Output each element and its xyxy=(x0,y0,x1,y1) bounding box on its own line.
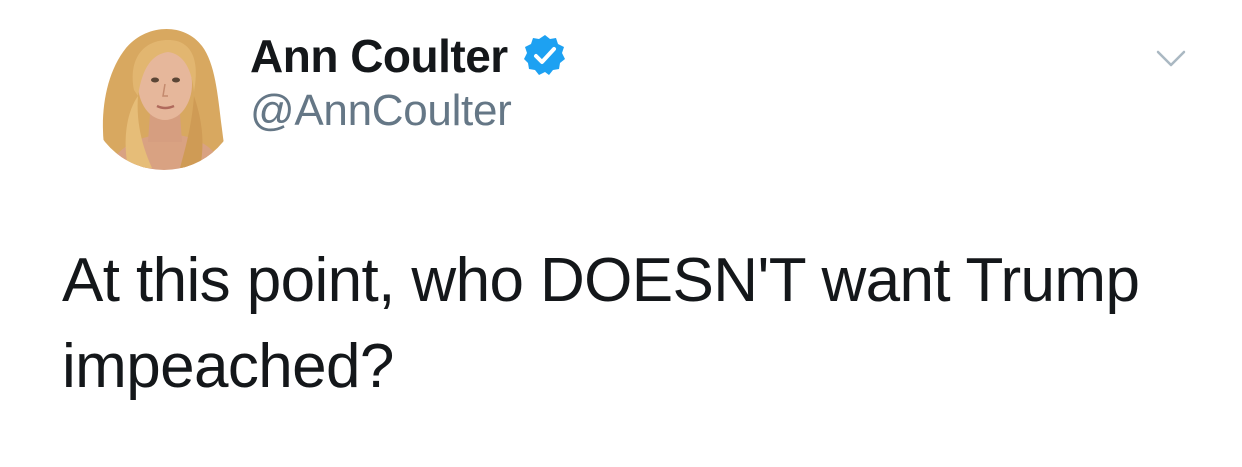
chevron-down-icon[interactable] xyxy=(1156,48,1186,70)
display-name[interactable]: Ann Coulter xyxy=(250,29,508,83)
verified-badge-icon xyxy=(522,33,568,79)
author-name-row[interactable]: Ann Coulter xyxy=(250,28,568,84)
tweet-card: Ann Coulter @AnnCoulter At this point, w… xyxy=(0,0,1242,467)
avatar[interactable] xyxy=(88,18,240,170)
avatar-image xyxy=(88,18,240,170)
user-handle[interactable]: @AnnCoulter xyxy=(250,86,512,136)
tweet-text: At this point, who DOESN'T want Trump im… xyxy=(62,246,1157,401)
